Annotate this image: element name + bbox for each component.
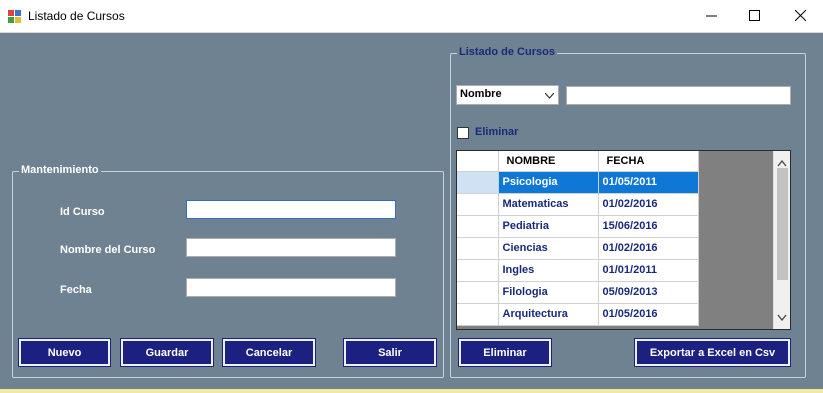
id-course-label: Id Curso xyxy=(60,206,105,218)
minimize-button[interactable] xyxy=(688,0,734,33)
cell-course-date[interactable]: 05/09/2013 xyxy=(598,281,699,304)
save-button[interactable]: Guardar xyxy=(120,338,214,367)
cell-course-name[interactable]: Psicologia xyxy=(498,171,599,194)
table-row[interactable]: Pediatria 15/06/2016 xyxy=(457,215,699,238)
close-button[interactable] xyxy=(777,0,823,33)
scrollbar-thumb[interactable] xyxy=(777,168,788,280)
delete-checkbox[interactable] xyxy=(457,127,469,139)
table-row[interactable]: Filologia 05/09/2013 xyxy=(457,281,699,304)
table-row[interactable]: Psicologia 01/05/2011 xyxy=(457,171,699,194)
cell-course-name[interactable]: Filologia xyxy=(498,281,599,304)
bottom-edge xyxy=(0,389,823,393)
row-header-cell[interactable] xyxy=(457,193,499,216)
chevron-down-icon xyxy=(544,90,555,102)
row-header-cell[interactable] xyxy=(457,171,499,194)
cell-course-name[interactable]: Arquitectura xyxy=(498,303,599,326)
row-header-cell[interactable] xyxy=(457,281,499,304)
cell-course-date[interactable]: 01/01/2011 xyxy=(598,259,699,282)
courses-table: NOMBRE FECHA Psicologia 01/05/2011 Matemat… xyxy=(457,151,699,326)
table-row[interactable]: Ingles 01/01/2011 xyxy=(457,259,699,282)
filter-field-value: Nombre xyxy=(460,88,502,100)
minimize-icon xyxy=(705,8,717,26)
new-button[interactable]: Nuevo xyxy=(18,338,111,367)
row-header-cell[interactable] xyxy=(457,259,499,282)
maintenance-legend: Mantenimiento xyxy=(19,164,101,176)
column-header-date[interactable]: FECHA xyxy=(598,151,699,172)
date-label: Fecha xyxy=(60,284,92,296)
cell-course-date[interactable]: 01/05/2011 xyxy=(598,171,699,194)
grid-header-row: NOMBRE FECHA xyxy=(457,151,699,172)
title-bar: Listado de Cursos xyxy=(0,0,823,33)
delete-button[interactable]: Eliminar xyxy=(458,338,552,367)
cell-course-name[interactable]: Ciencias xyxy=(498,237,599,260)
filter-field-select[interactable]: Nombre xyxy=(456,85,559,105)
cancel-button[interactable]: Cancelar xyxy=(222,338,316,367)
cell-course-name[interactable]: Pediatria xyxy=(498,215,599,238)
listing-legend: Listado de Cursos xyxy=(457,46,557,58)
course-name-input[interactable] xyxy=(186,238,396,257)
row-header-corner xyxy=(457,151,499,172)
maximize-button[interactable] xyxy=(731,0,777,33)
grid-vertical-scrollbar[interactable] xyxy=(773,151,790,329)
cell-course-name[interactable]: Ingles xyxy=(498,259,599,282)
cell-course-name[interactable]: Matematicas xyxy=(498,193,599,216)
cell-course-date[interactable]: 15/06/2016 xyxy=(598,215,699,238)
cell-course-date[interactable]: 01/02/2016 xyxy=(598,237,699,260)
courses-grid[interactable]: NOMBRE FECHA Psicologia 01/05/2011 Matemat… xyxy=(456,150,791,330)
scroll-down-icon[interactable] xyxy=(777,308,787,326)
course-name-label: Nombre del Curso xyxy=(60,244,156,256)
table-row[interactable]: Ciencias 01/02/2016 xyxy=(457,237,699,260)
window-title: Listado de Cursos xyxy=(28,9,125,23)
row-header-cell[interactable] xyxy=(457,237,499,260)
windows-forms-icon xyxy=(8,10,22,23)
delete-checkbox-label: Eliminar xyxy=(475,126,519,138)
column-header-name[interactable]: NOMBRE xyxy=(498,151,599,172)
exit-button[interactable]: Salir xyxy=(343,338,437,367)
maximize-icon xyxy=(748,8,760,26)
row-header-cell[interactable] xyxy=(457,303,499,326)
close-icon xyxy=(794,8,806,26)
export-csv-button[interactable]: Exportar a Excel en Csv xyxy=(634,338,791,367)
cell-course-date[interactable]: 01/05/2016 xyxy=(598,303,699,326)
date-input[interactable] xyxy=(186,278,396,297)
search-input[interactable] xyxy=(566,86,791,105)
table-row[interactable]: Matematicas 01/02/2016 xyxy=(457,193,699,216)
row-header-cell[interactable] xyxy=(457,215,499,238)
table-row[interactable]: Arquitectura 01/05/2016 xyxy=(457,303,699,326)
id-course-input[interactable] xyxy=(186,200,396,219)
cell-course-date[interactable]: 01/02/2016 xyxy=(598,193,699,216)
